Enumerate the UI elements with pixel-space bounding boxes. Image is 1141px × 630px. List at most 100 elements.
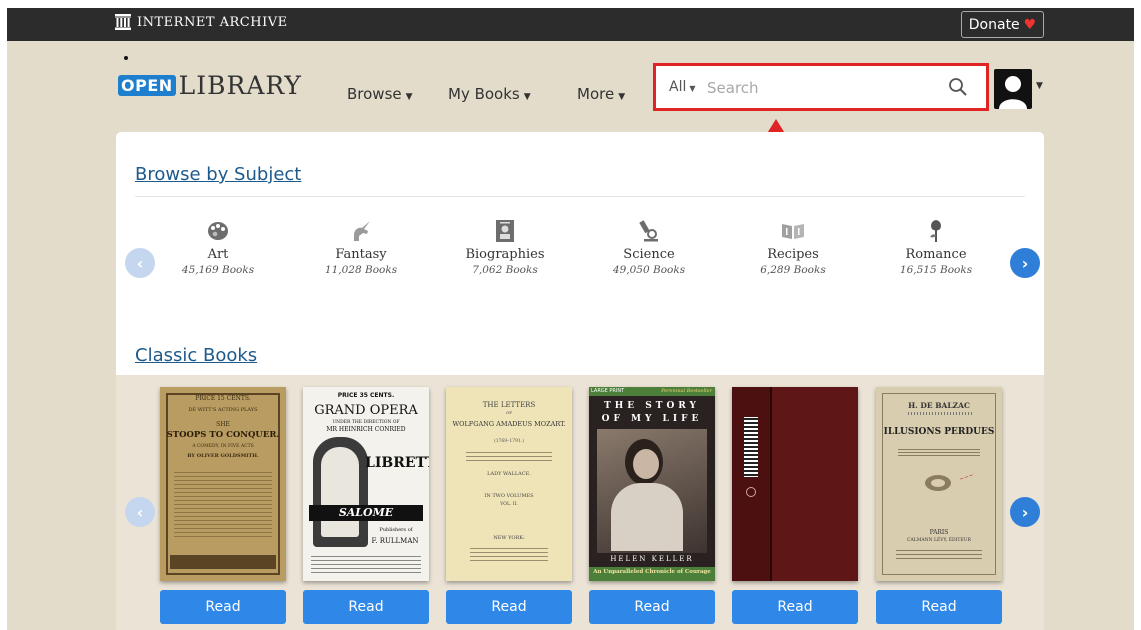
donate-button[interactable]: Donate ♥ [961, 11, 1044, 38]
cover-text: VOL. II. [500, 502, 518, 507]
read-button[interactable]: Read [303, 590, 429, 624]
search-scope-label: All [669, 79, 687, 95]
nav-browse[interactable]: Browse ▼ [347, 85, 413, 103]
subject-name: Recipes [767, 247, 819, 262]
cover-text: MR HEINRICH CONRIED [326, 426, 406, 433]
cover-text: LADY WALLACE. [487, 471, 531, 477]
site-header: OPEN LIBRARY Browse ▼ My Books ▼ More ▼ All… [7, 41, 1134, 133]
nav-browse-label: Browse [347, 85, 402, 103]
internet-archive-title: INTERNET ARCHIVE [137, 14, 288, 30]
classic-books-heading[interactable]: Classic Books [135, 345, 257, 366]
subjects-prev-button[interactable]: ‹ [125, 248, 155, 278]
subject-count: 6,289 Books [760, 264, 826, 276]
cover-photo-dress [611, 483, 683, 551]
page-frame: INTERNET ARCHIVE Donate ♥ OPEN LIBRARY B… [7, 8, 1134, 630]
subject-count: 11,028 Books [324, 264, 398, 276]
subject-biographies[interactable]: Biographies 7,062 Books [440, 218, 570, 277]
read-button[interactable]: Read [589, 590, 715, 624]
cover-text: NEW YORK: [493, 535, 525, 541]
open-library-logo[interactable]: OPEN LIBRARY [118, 71, 302, 100]
subject-name: Biographies [465, 247, 545, 262]
chevron-down-icon: ▼ [523, 92, 531, 102]
cover-text: (1769–1791.) [493, 439, 525, 444]
books-prev-button[interactable]: ‹ [125, 497, 155, 527]
avatar-chevron-icon[interactable]: ▼ [1036, 81, 1043, 91]
cover-text: UNDER THE DIRECTION OF [332, 420, 400, 425]
cover-text: ILLUSIONS PERDUES [883, 427, 995, 437]
heart-icon: ♥ [1023, 16, 1037, 33]
search-icon[interactable] [948, 77, 968, 101]
cover-photo-face [633, 449, 659, 479]
chevron-down-icon: ▼ [689, 84, 696, 93]
cover-text: SALOME [338, 506, 394, 519]
barcode-icon [744, 417, 758, 477]
cover-text: WOLFGANG AMADEUS MOZART. [452, 420, 566, 428]
nav-my-books-label: My Books [448, 85, 520, 103]
subject-art[interactable]: Art 45,169 Books [153, 218, 283, 277]
search-scope-select[interactable]: All ▼ [669, 79, 696, 95]
read-button[interactable]: Read [446, 590, 572, 624]
read-button[interactable]: Read [732, 590, 858, 624]
nav-my-books[interactable]: My Books ▼ [448, 85, 531, 103]
rose-icon [924, 218, 948, 244]
subject-fantasy[interactable]: Fantasy 11,028 Books [296, 218, 426, 277]
archive-building-icon [115, 14, 131, 30]
library-stamp-icon [746, 487, 756, 497]
main-content-card: Browse by Subject ‹ Art 45,169 Books Fan… [116, 132, 1044, 630]
book-cover[interactable]: PRICE 15 CENTS. DE WITT'S ACTING PLAYS S… [160, 387, 286, 581]
subject-romance[interactable]: Romance 16,515 Books [871, 218, 1001, 277]
book-cover[interactable]: LARGE PRINT Perennial Bestseller THE STO… [589, 387, 715, 581]
read-button[interactable]: Read [160, 590, 286, 624]
logo-open-text: OPEN [118, 75, 176, 96]
subject-science[interactable]: Science 49,050 Books [584, 218, 714, 277]
subject-count: 7,062 Books [472, 264, 538, 276]
subject-recipes[interactable]: Recipes 6,289 Books [728, 218, 858, 277]
cover-text: PRICE 35 CENTS. [337, 392, 395, 399]
cover-text: BY OLIVER GOLDSMITH. [187, 453, 259, 459]
browse-by-subject-heading[interactable]: Browse by Subject [135, 164, 301, 185]
cover-text-lines [174, 469, 272, 539]
user-avatar[interactable] [994, 69, 1032, 109]
book-cover[interactable]: H. DE BALZAC ILLUSIONS PERDUES ~~~ PARIS… [876, 387, 1002, 581]
cover-text: Publishers of [379, 527, 413, 533]
microscope-icon [637, 218, 661, 244]
cover-text: OF MY LIFE [601, 414, 703, 424]
subject-name: Science [623, 247, 675, 262]
recipe-book-icon [781, 218, 805, 244]
book-cover[interactable]: THE LETTERS OF WOLFGANG AMADEUS MOZART. … [446, 387, 572, 581]
cover-text: THE LETTERS [482, 401, 536, 409]
subjects-next-button[interactable]: › [1010, 248, 1040, 278]
cover-text-lines [470, 545, 548, 563]
subject-count: 49,050 Books [612, 264, 686, 276]
cover-text: LIBRETTO [365, 455, 429, 471]
read-button[interactable]: Read [876, 590, 1002, 624]
nav-more[interactable]: More ▼ [577, 85, 625, 103]
book-cover[interactable] [732, 387, 858, 581]
internet-archive-bar: INTERNET ARCHIVE Donate ♥ [7, 8, 1134, 41]
cover-text: An Unparalleled Chronicle of Courage [593, 569, 711, 575]
cover-text: IN TWO VOLUMES [484, 493, 534, 499]
user-icon [999, 76, 1027, 109]
cover-text-lines [466, 449, 552, 463]
search-input[interactable] [707, 76, 927, 100]
nav-more-label: More [577, 85, 615, 103]
cover-text: THE STORY [604, 401, 700, 411]
classic-books-shelf: ‹ PRICE 15 CENTS. DE WITT'S ACTING PLAYS… [116, 375, 1044, 630]
cover-text: SHE [216, 421, 230, 428]
cover-text-lines [311, 553, 421, 573]
book-cover[interactable]: PRICE 35 CENTS. GRAND OPERA UNDER THE DI… [303, 387, 429, 581]
cover-figure [321, 447, 359, 537]
cover-text: CALMANN LÉVY, ÉDITEUR [907, 538, 971, 543]
subject-count: 16,515 Books [899, 264, 973, 276]
books-next-button[interactable]: › [1010, 497, 1040, 527]
logo-dot [124, 56, 128, 60]
cover-text: DE WITT'S ACTING PLAYS [188, 407, 258, 413]
cover-text: HELEN KELLER [610, 555, 694, 563]
subject-name: Fantasy [335, 247, 387, 262]
internet-archive-logo[interactable]: INTERNET ARCHIVE [115, 14, 288, 30]
cover-text: Perennial Bestseller [661, 388, 712, 394]
cover-text: A COMEDY, IN FIVE ACTS [192, 444, 254, 449]
cover-text: F. RULLMAN [371, 537, 419, 545]
cover-text: PARIS [929, 529, 949, 536]
cover-text: H. DE BALZAC [908, 401, 970, 410]
